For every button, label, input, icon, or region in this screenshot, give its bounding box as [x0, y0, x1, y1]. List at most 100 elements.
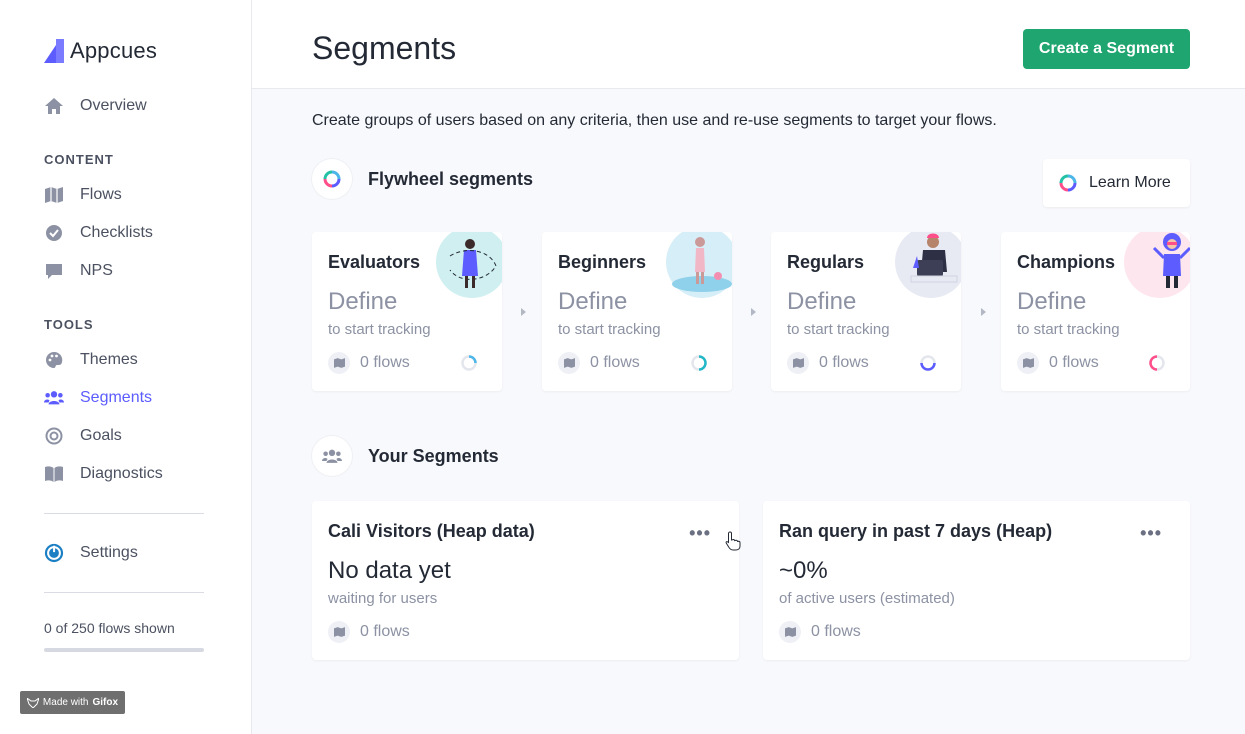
beginner-illustration — [666, 232, 732, 298]
sidebar: Appcues Overview CONTENT Flows Checklist… — [0, 0, 252, 734]
map-icon — [779, 621, 801, 643]
progress-ring-icon — [691, 355, 707, 371]
sidebar-divider — [44, 592, 204, 593]
flywheel-arrow-icon — [521, 308, 526, 316]
learn-more-label: Learn More — [1089, 174, 1171, 191]
account-avatar-icon — [44, 543, 64, 563]
champion-illustration — [1124, 232, 1190, 298]
progress-ring-icon — [461, 355, 477, 371]
create-segment-button[interactable]: Create a Segment — [1023, 29, 1190, 69]
flows-count: 0 flows — [558, 352, 640, 374]
flows-count: 0 flows — [779, 621, 861, 643]
fox-icon — [26, 697, 39, 708]
book-icon — [44, 464, 64, 484]
sidebar-item-overview[interactable]: Overview — [44, 96, 147, 116]
sidebar-item-checklists[interactable]: Checklists — [44, 223, 153, 243]
sidebar-item-label: Diagnostics — [80, 465, 163, 482]
define-link[interactable]: Define — [558, 288, 627, 316]
flows-count: 0 flows — [787, 352, 869, 374]
card-title: Beginners — [558, 252, 647, 272]
flows-count-label: 0 flows — [590, 354, 640, 371]
home-icon — [44, 96, 64, 116]
define-link[interactable]: Define — [787, 288, 856, 316]
flywheel-icon — [1059, 174, 1077, 192]
segment-subtitle: of active users (estimated) — [779, 590, 955, 607]
flywheel-card-evaluators[interactable]: Evaluators Define to start tracking 0 fl… — [312, 232, 502, 391]
flows-count-label: 0 flows — [360, 354, 410, 371]
sidebar-item-label: NPS — [80, 262, 113, 279]
sidebar-item-label: Goals — [80, 427, 122, 444]
card-subtitle: to start tracking — [558, 321, 661, 338]
evaluator-illustration — [436, 232, 502, 298]
sidebar-item-themes[interactable]: Themes — [44, 350, 138, 370]
card-subtitle: to start tracking — [328, 321, 431, 338]
card-title: Champions — [1017, 252, 1116, 272]
segment-value: No data yet — [328, 557, 451, 584]
progress-ring-icon — [1149, 355, 1165, 371]
brand-name: Appcues — [70, 38, 158, 63]
more-options-icon[interactable]: ••• — [689, 523, 711, 544]
define-link[interactable]: Define — [328, 288, 397, 316]
page-description: Create groups of users based on any crit… — [312, 112, 997, 129]
target-icon — [44, 426, 64, 446]
your-segments-title: Your Segments — [368, 445, 499, 466]
sidebar-item-label: Checklists — [80, 224, 153, 241]
map-icon — [44, 185, 64, 205]
sidebar-item-label: Overview — [80, 97, 147, 114]
flywheel-card-champions[interactable]: Champions Define to start tracking 0 flo… — [1001, 232, 1190, 391]
flows-count: 0 flows — [1017, 352, 1099, 374]
flywheel-card-regulars[interactable]: Regulars Define to start tracking 0 flow… — [771, 232, 961, 391]
define-link[interactable]: Define — [1017, 288, 1086, 316]
sidebar-item-label: Segments — [80, 389, 153, 406]
segment-name: Cali Visitors (Heap data) — [328, 521, 535, 541]
map-icon — [787, 352, 809, 374]
watermark-prefix: Made with — [42, 697, 89, 708]
segment-card[interactable]: Cali Visitors (Heap data) ••• No data ye… — [312, 501, 739, 660]
segment-value: ~0% — [779, 557, 828, 584]
sidebar-item-label: Settings — [80, 544, 138, 561]
appcues-logo[interactable]: Appcues — [44, 38, 157, 64]
flywheel-section-heading: Flywheel segments — [312, 159, 533, 199]
card-subtitle: to start tracking — [787, 321, 890, 338]
flows-count-label: 0 flows — [811, 623, 861, 640]
sidebar-item-settings[interactable]: Settings — [44, 543, 138, 563]
comment-icon — [44, 261, 64, 281]
segment-name: Ran query in past 7 days (Heap) — [779, 521, 1053, 541]
content-section-heading: CONTENT — [44, 152, 114, 167]
segment-subtitle: waiting for users — [328, 590, 438, 607]
hand-cursor-icon — [725, 531, 741, 551]
learn-more-button[interactable]: Learn More — [1043, 159, 1190, 207]
flows-count: 0 flows — [328, 621, 410, 643]
map-icon — [558, 352, 580, 374]
page-title: Segments — [312, 30, 457, 66]
progress-ring-icon — [920, 355, 936, 371]
flows-count-label: 0 flows — [1049, 354, 1099, 371]
sidebar-item-nps[interactable]: NPS — [44, 261, 113, 281]
regular-illustration — [895, 232, 961, 298]
sidebar-item-label: Themes — [80, 351, 138, 368]
segment-card[interactable]: Ran query in past 7 days (Heap) ••• ~0% … — [763, 501, 1190, 660]
more-options-icon[interactable]: ••• — [1140, 523, 1162, 544]
your-segments-section-heading: Your Segments — [312, 436, 499, 476]
card-subtitle: to start tracking — [1017, 321, 1120, 338]
flows-count-label: 0 flows — [360, 623, 410, 640]
sidebar-item-diagnostics[interactable]: Diagnostics — [44, 464, 163, 484]
sidebar-divider — [44, 513, 204, 514]
flywheel-arrow-icon — [751, 308, 756, 316]
users-icon — [312, 436, 352, 476]
flywheel-card-beginners[interactable]: Beginners Define to start tracking 0 flo… — [542, 232, 732, 391]
sidebar-item-segments[interactable]: Segments — [44, 388, 152, 408]
flywheel-section-title: Flywheel segments — [368, 168, 534, 189]
tools-section-heading: TOOLS — [44, 317, 94, 332]
palette-icon — [44, 350, 64, 370]
flywheel-arrow-icon — [981, 308, 986, 316]
sidebar-item-flows[interactable]: Flows — [44, 185, 122, 205]
users-icon — [44, 388, 64, 408]
gifox-watermark: Made with Gifox — [20, 691, 125, 714]
card-title: Regulars — [787, 252, 865, 272]
map-icon — [328, 352, 350, 374]
flows-shown-count: 0 of 250 flows shown — [44, 620, 175, 636]
map-icon — [1017, 352, 1039, 374]
page-header: Segments Create a Segment — [252, 0, 1245, 89]
sidebar-item-goals[interactable]: Goals — [44, 426, 122, 446]
